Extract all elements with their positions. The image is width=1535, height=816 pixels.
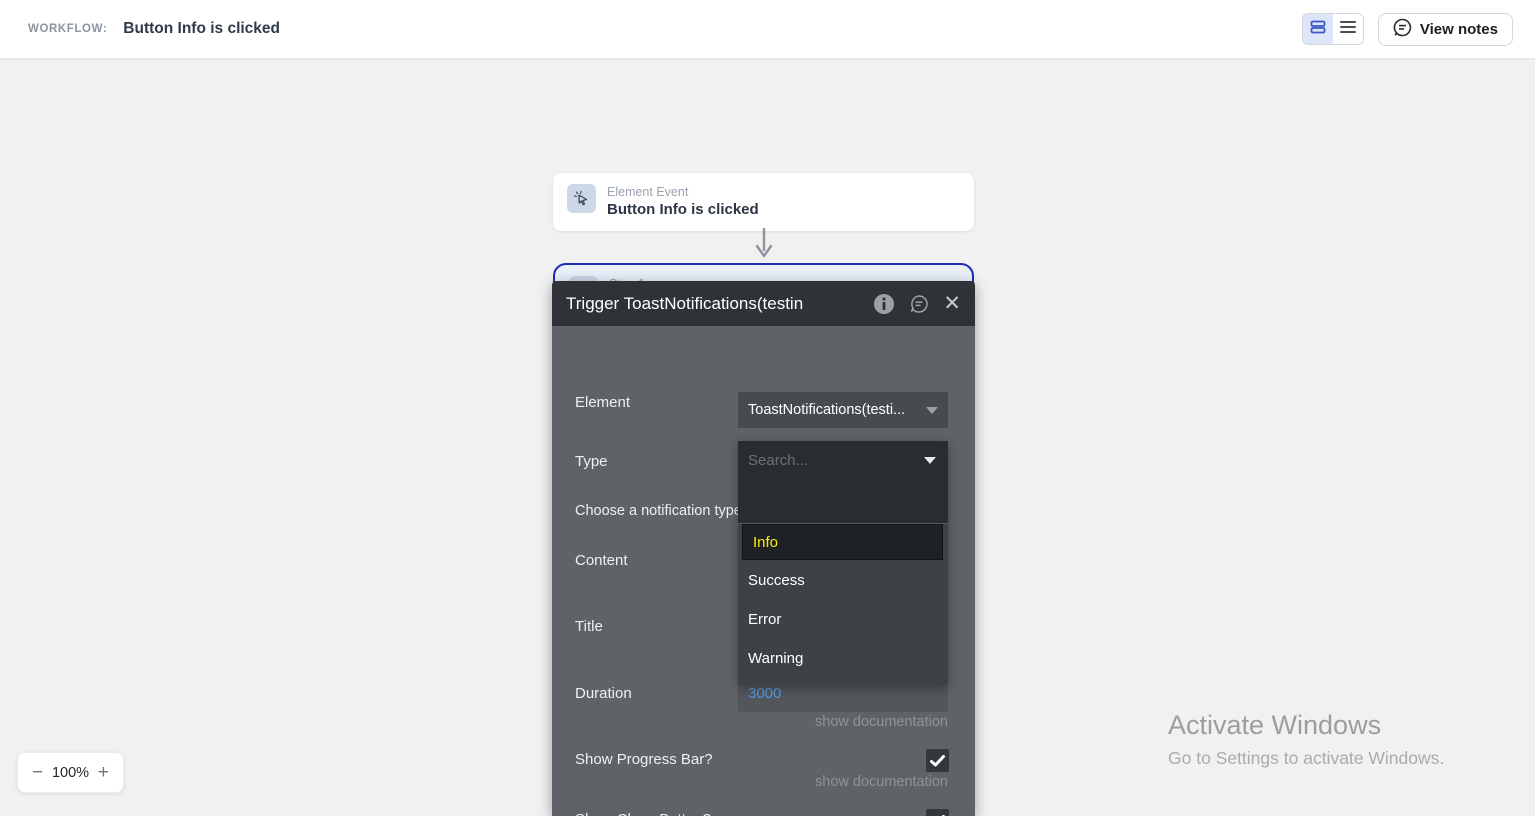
type-dropdown-popup: Search... Info Success Error Warning [738,441,948,685]
duration-value: 3000 [748,685,781,702]
show-close-button-checkbox[interactable] [926,809,949,816]
dropdown-option-success[interactable]: Success [738,562,948,599]
flow-arrow [755,227,773,264]
dropdown-option-error[interactable]: Error [738,601,948,638]
element-label: Element [575,394,630,411]
chevron-down-icon [926,407,938,414]
activate-windows-watermark: Activate Windows Go to Settings to activ… [1168,710,1444,769]
zoom-in-button[interactable]: + [98,763,109,782]
content-label: Content [575,552,628,569]
panel-header-icons: ✕ [873,293,961,315]
comment-icon[interactable] [909,294,929,314]
card-view-button[interactable] [1303,14,1333,44]
event-node-title: Button Info is clicked [607,200,759,220]
event-node-text: Element Event Button Info is clicked [607,184,759,220]
workflow-title: Button Info is clicked [123,20,280,38]
click-event-icon [567,184,596,213]
type-hint-label: Choose a notification type [575,503,742,519]
show-progress-bar-label: Show Progress Bar? [575,751,713,768]
element-dropdown[interactable]: ToastNotifications(testi... [738,392,948,428]
list-view-button[interactable] [1333,14,1363,44]
title-label: Title [575,618,603,635]
show-documentation-link[interactable]: show documentation [815,774,948,790]
workflow-header: WORKFLOW: Button Info is clicked [28,20,280,38]
zoom-out-button[interactable]: − [32,763,43,782]
panel-header[interactable]: Trigger ToastNotifications(testin ✕ [552,281,975,326]
element-event-node[interactable]: Element Event Button Info is clicked [553,173,974,231]
type-label: Type [575,453,608,470]
notes-bubble-icon [1393,18,1412,41]
watermark-line1: Activate Windows [1168,710,1444,741]
dropdown-search-area[interactable]: Search... [738,441,948,523]
show-close-button-label: Show Close Button? [575,811,711,816]
watermark-line2: Go to Settings to activate Windows. [1168,748,1444,769]
topbar-actions: View notes [1302,13,1513,46]
view-notes-button[interactable]: View notes [1378,13,1513,46]
info-icon[interactable] [873,293,895,315]
show-documentation-link[interactable]: show documentation [815,714,948,730]
panel-title: Trigger ToastNotifications(testin [566,294,873,314]
search-input[interactable]: Search... [748,452,808,469]
top-bar: WORKFLOW: Button Info is clicked View no… [0,0,1535,60]
duration-label: Duration [575,685,632,702]
list-view-icon [1340,20,1356,39]
zoom-level: 100% [52,765,89,781]
zoom-control: − 100% + [17,752,124,793]
dropdown-option-list: Info Success Error Warning [738,523,948,685]
workflow-canvas[interactable]: Element Event Button Info is clicked Ste… [0,60,1535,816]
dropdown-option-info[interactable]: Info [742,524,943,560]
view-toggle-group [1302,13,1364,45]
view-notes-label: View notes [1420,21,1498,38]
event-node-type: Element Event [607,184,759,200]
chevron-down-icon [924,457,936,464]
workflow-label: WORKFLOW: [28,23,107,35]
element-dropdown-value: ToastNotifications(testi... [748,402,926,418]
action-properties-panel: Trigger ToastNotifications(testin ✕ Elem… [552,281,975,816]
dropdown-option-warning[interactable]: Warning [738,640,948,677]
check-icon [930,755,945,767]
panel-body: Element ToastNotifications(testi... Type… [552,326,975,816]
show-progress-bar-checkbox[interactable] [926,749,949,772]
card-view-icon [1310,19,1326,40]
close-icon[interactable]: ✕ [943,293,961,314]
